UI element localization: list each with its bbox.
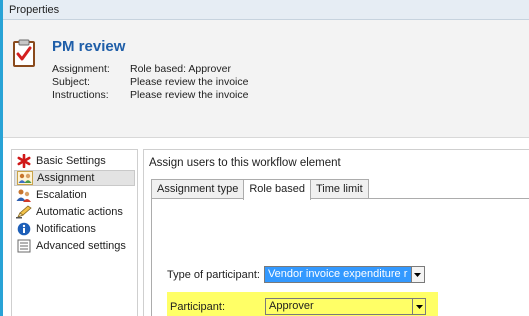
- participant-value: Approver: [266, 299, 413, 314]
- info-icon: [16, 222, 32, 236]
- nav-item-automatic-actions[interactable]: Automatic actions: [14, 204, 135, 220]
- panel-heading: Assign users to this workflow element: [149, 157, 341, 169]
- chevron-down-icon[interactable]: [411, 267, 424, 282]
- nav-item-notifications[interactable]: Notifications: [14, 221, 135, 237]
- tab-assignment-type[interactable]: Assignment type: [151, 179, 245, 199]
- participant-type-row: Type of participant: Vendor invoice expe…: [167, 266, 425, 283]
- escalation-users-icon: [16, 188, 32, 202]
- nav-item-label: Advanced settings: [36, 240, 126, 252]
- settings-sheet-icon: [16, 239, 32, 253]
- participant-row: Participant: Approver: [170, 298, 426, 315]
- nav-item-advanced-settings[interactable]: Advanced settings: [14, 238, 135, 254]
- nav-item-label: Assignment: [37, 172, 95, 184]
- nav-item-label: Notifications: [36, 223, 96, 235]
- nav-item-assignment[interactable]: Assignment: [14, 170, 135, 186]
- participant-label: Participant:: [170, 300, 226, 313]
- meta-label: Subject:: [52, 76, 90, 88]
- meta-label: Assignment:: [52, 63, 110, 75]
- red-star-icon: [16, 154, 32, 168]
- nav-item-basic-settings[interactable]: Basic Settings: [14, 153, 135, 169]
- nav-item-label: Basic Settings: [36, 155, 106, 167]
- meta-row-subject: Subject: Please review the invoice: [52, 76, 248, 89]
- header-meta: Assignment: Role based: Approver Subject…: [52, 63, 248, 102]
- meta-value: Please review the invoice: [130, 89, 249, 101]
- workflow-element-title: PM review: [52, 38, 126, 55]
- meta-row-instructions: Instructions: Please review the invoice: [52, 89, 248, 102]
- participant-type-value: Vendor invoice expenditure r: [264, 267, 412, 282]
- window-title: Properties: [9, 4, 60, 16]
- assignment-panel: Assign users to this workflow element As…: [143, 149, 529, 316]
- settings-nav: Basic Settings Assignment Escalation Aut…: [11, 149, 138, 316]
- meta-value: Role based: Approver: [130, 63, 231, 75]
- assignment-tabs: Assignment type Role based Time limit: [151, 179, 369, 200]
- chevron-down-icon[interactable]: [412, 299, 425, 314]
- role-based-tab-panel: Type of participant: Vendor invoice expe…: [151, 198, 529, 316]
- checklist-document-icon: [12, 39, 36, 67]
- nav-item-label: Automatic actions: [36, 206, 123, 218]
- nav-item-escalation[interactable]: Escalation: [14, 187, 135, 203]
- participant-type-label: Type of participant:: [167, 268, 260, 281]
- meta-label: Instructions:: [52, 89, 109, 101]
- pencil-icon: [16, 205, 32, 219]
- tab-role-based[interactable]: Role based: [243, 179, 311, 200]
- window-titlebar[interactable]: Properties: [3, 0, 529, 20]
- users-assignment-icon: [17, 171, 33, 185]
- participant-combo[interactable]: Approver: [265, 298, 426, 315]
- meta-row-assignment: Assignment: Role based: Approver: [52, 63, 248, 76]
- meta-value: Please review the invoice: [130, 76, 249, 88]
- participant-type-combo[interactable]: Vendor invoice expenditure r: [263, 266, 425, 283]
- properties-header: PM review Assignment: Role based: Approv…: [3, 20, 529, 138]
- tab-time-limit[interactable]: Time limit: [309, 179, 369, 199]
- nav-item-label: Escalation: [36, 189, 87, 201]
